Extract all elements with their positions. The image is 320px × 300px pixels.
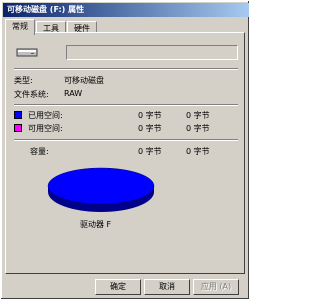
volume-name-field[interactable] xyxy=(66,45,238,60)
tab-strip: 常规 工具 硬件 xyxy=(5,19,98,35)
capacity-label: 容量: xyxy=(30,147,49,156)
divider xyxy=(14,139,238,141)
free-space-label: 可用空间: xyxy=(28,124,63,133)
used-space-label: 已用空间: xyxy=(28,111,63,120)
used-space-human: 0 字节 xyxy=(186,111,210,120)
used-space-bytes: 0 字节 xyxy=(138,111,162,120)
divider xyxy=(14,68,238,70)
properties-window: 可移动磁盘 (F:) 属性 常规 工具 硬件 类型: 可移动磁盘 文件系统: R… xyxy=(0,0,250,300)
removable-drive-icon xyxy=(16,48,38,57)
disk-usage-pie-icon xyxy=(47,167,155,212)
ok-button[interactable]: 确定 xyxy=(95,279,141,295)
filesystem-label: 文件系统: xyxy=(14,90,49,99)
cancel-button[interactable]: 取消 xyxy=(144,279,190,295)
type-value: 可移动磁盘 xyxy=(64,76,104,85)
general-panel: 类型: 可移动磁盘 文件系统: RAW 已用空间: 0 字节 0 字节 可用空间… xyxy=(5,32,245,274)
type-label: 类型: xyxy=(14,76,33,85)
filesystem-value: RAW xyxy=(64,89,83,98)
free-space-swatch xyxy=(14,124,22,132)
capacity-human: 0 字节 xyxy=(186,147,210,156)
used-space-swatch xyxy=(14,111,22,119)
divider xyxy=(14,104,238,106)
free-space-human: 0 字节 xyxy=(186,124,210,133)
tab-general[interactable]: 常规 xyxy=(5,19,35,35)
apply-button[interactable]: 应用 (A) xyxy=(193,279,239,295)
free-space-bytes: 0 字节 xyxy=(138,124,162,133)
capacity-bytes: 0 字节 xyxy=(138,147,162,156)
drive-label: 驱动器 F xyxy=(80,220,112,229)
window-title: 可移动磁盘 (F:) 属性 xyxy=(3,3,249,17)
